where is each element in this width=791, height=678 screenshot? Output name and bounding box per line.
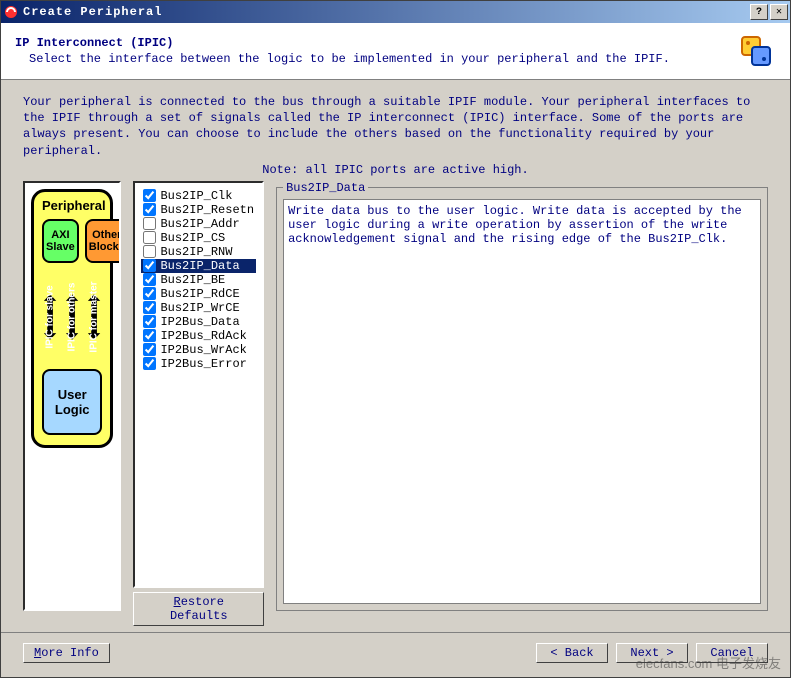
port-row[interactable]: IP2Bus_Error [141, 357, 256, 371]
port-checkbox[interactable] [143, 231, 156, 244]
port-label: Bus2IP_CS [160, 231, 225, 245]
help-button[interactable]: ? [750, 4, 768, 20]
arrow-master: IPIC for master [86, 269, 102, 365]
port-row[interactable]: Bus2IP_Clk [141, 189, 256, 203]
port-row[interactable]: IP2Bus_WrAck [141, 343, 256, 357]
peripheral-label: Peripheral [42, 198, 102, 213]
description-text: Your peripheral is connected to the bus … [23, 94, 768, 159]
header-text: IP Interconnect (IPIC) Select the interf… [15, 36, 728, 66]
window-title: Create Peripheral [23, 5, 750, 19]
port-row[interactable]: IP2Bus_RdAck [141, 329, 256, 343]
more-info-button[interactable]: More Info [23, 643, 110, 663]
port-label: IP2Bus_WrAck [160, 343, 246, 357]
port-label: Bus2IP_RNW [160, 245, 232, 259]
port-checkbox[interactable] [143, 217, 156, 230]
wizard-footer: More Info < Back Next > Cancel [1, 632, 790, 677]
page-subtitle: Select the interface between the logic t… [15, 52, 728, 66]
back-button[interactable]: < Back [536, 643, 608, 663]
port-row[interactable]: IP2Bus_Data [141, 315, 256, 329]
port-row[interactable]: Bus2IP_Resetn [141, 203, 256, 217]
port-checkbox[interactable] [143, 273, 156, 286]
app-icon [3, 4, 19, 20]
close-button[interactable]: ✕ [770, 4, 788, 20]
port-row[interactable]: Bus2IP_CS [141, 231, 256, 245]
port-checkbox[interactable] [143, 245, 156, 258]
titlebar: Create Peripheral ? ✕ [1, 1, 790, 23]
axi-slave-block: AXI Slave [42, 219, 79, 263]
more-info-label: ore Info [41, 646, 99, 660]
arrow-others-label: IPIC for others [67, 282, 78, 351]
port-label: IP2Bus_Data [160, 315, 239, 329]
user-logic-block: User Logic [42, 369, 102, 435]
port-checkbox[interactable] [143, 259, 156, 272]
port-checkbox[interactable] [143, 189, 156, 202]
port-detail-legend: Bus2IP_Data [283, 181, 368, 195]
ports-list[interactable]: Bus2IP_ClkBus2IP_ResetnBus2IP_AddrBus2IP… [133, 181, 264, 588]
port-checkbox[interactable] [143, 315, 156, 328]
port-row[interactable]: Bus2IP_RdCE [141, 287, 256, 301]
port-row[interactable]: Bus2IP_WrCE [141, 301, 256, 315]
port-label: Bus2IP_BE [160, 273, 225, 287]
port-label: IP2Bus_RdAck [160, 329, 246, 343]
wizard-window: Create Peripheral ? ✕ IP Interconnect (I… [0, 0, 791, 678]
port-row[interactable]: Bus2IP_RNW [141, 245, 256, 259]
port-row[interactable]: Bus2IP_Addr [141, 217, 256, 231]
port-checkbox[interactable] [143, 357, 156, 370]
ipic-diagram: Peripheral AXI Slave Other Blocks AXI Ma… [31, 189, 113, 603]
page-title: IP Interconnect (IPIC) [15, 36, 728, 50]
wizard-header: IP Interconnect (IPIC) Select the interf… [1, 23, 790, 80]
port-checkbox[interactable] [143, 301, 156, 314]
user-logic-label: User Logic [55, 387, 90, 417]
titlebar-buttons: ? ✕ [750, 4, 788, 20]
diagram-panel: Peripheral AXI Slave Other Blocks AXI Ma… [23, 181, 121, 611]
peripheral-box: Peripheral AXI Slave Other Blocks AXI Ma… [31, 189, 113, 448]
port-checkbox[interactable] [143, 329, 156, 342]
note-text: Note: all IPIC ports are active high. [23, 163, 768, 177]
port-row[interactable]: Bus2IP_BE [141, 273, 256, 287]
port-label: Bus2IP_RdCE [160, 287, 239, 301]
axi-slave-label: AXI Slave [46, 229, 75, 253]
port-label: Bus2IP_Clk [160, 189, 232, 203]
columns: Peripheral AXI Slave Other Blocks AXI Ma… [23, 181, 768, 626]
port-detail-group: Bus2IP_Data Write data bus to the user l… [276, 181, 768, 611]
port-label: Bus2IP_Data [160, 259, 239, 273]
restore-defaults-button[interactable]: Restore Defaults [133, 592, 264, 626]
port-checkbox[interactable] [143, 343, 156, 356]
port-detail-text: Write data bus to the user logic. Write … [283, 199, 761, 604]
arrow-slave-label: IPIC for slave [45, 285, 56, 348]
port-label: Bus2IP_Resetn [160, 203, 254, 217]
wizard-icon [736, 31, 776, 71]
port-checkbox[interactable] [143, 287, 156, 300]
port-label: IP2Bus_Error [160, 357, 246, 371]
cancel-button[interactable]: Cancel [696, 643, 768, 663]
next-button[interactable]: Next > [616, 643, 688, 663]
port-label: Bus2IP_WrCE [160, 301, 239, 315]
other-blocks-label: Other Blocks [89, 229, 122, 253]
port-checkbox[interactable] [143, 203, 156, 216]
arrow-master-label: IPIC for master [89, 281, 100, 352]
port-row[interactable]: Bus2IP_Data [141, 259, 256, 273]
port-label: Bus2IP_Addr [160, 217, 239, 231]
other-blocks-block: Other Blocks [85, 219, 122, 263]
arrow-slave: IPIC for slave [42, 269, 58, 365]
wizard-body: Your peripheral is connected to the bus … [1, 80, 790, 632]
arrow-others: IPIC for others [64, 269, 80, 365]
